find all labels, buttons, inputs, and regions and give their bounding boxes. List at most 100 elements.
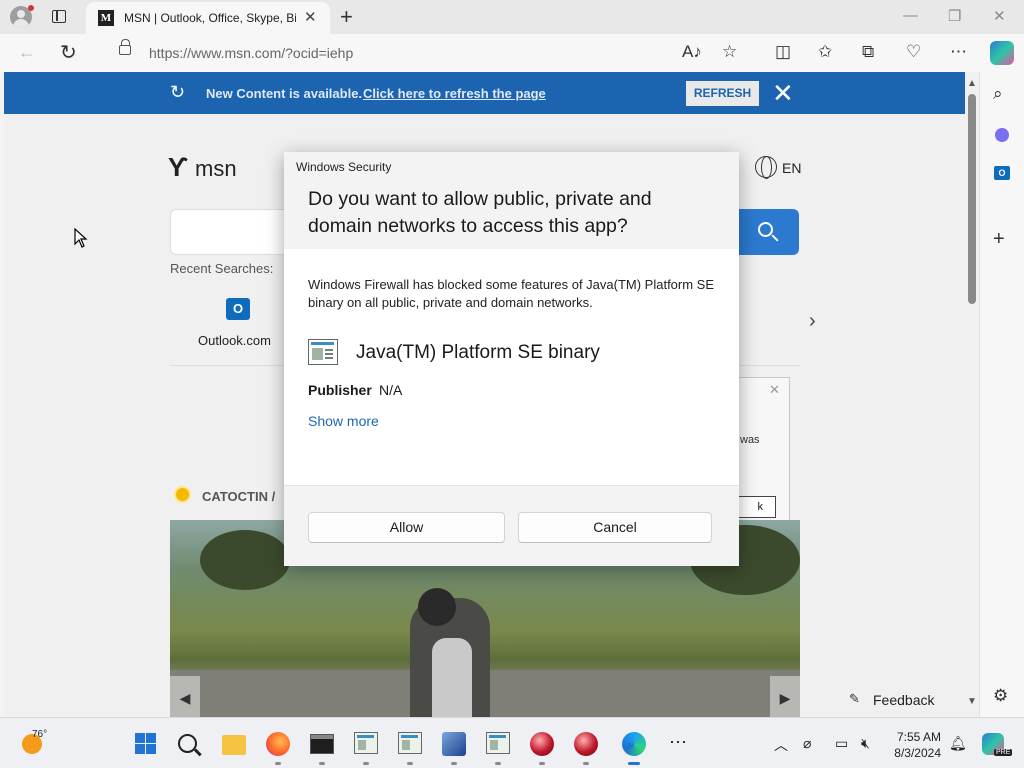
collections-icon[interactable]: ⧉ xyxy=(862,42,874,62)
ellipsis-icon[interactable]: ⋯ xyxy=(950,42,967,62)
allow-button[interactable]: Allow xyxy=(308,512,505,543)
running-indicator xyxy=(583,762,589,765)
motorcycle xyxy=(432,638,472,717)
recent-searches-label: Recent Searches: xyxy=(170,261,274,276)
ruby-app-icon[interactable] xyxy=(574,732,598,756)
search-icon[interactable] xyxy=(178,734,197,753)
bell-icon[interactable]: 🔔︎ xyxy=(949,735,967,752)
minimize-button[interactable]: — xyxy=(903,7,918,24)
read-aloud-icon[interactable]: A♪ xyxy=(682,42,702,62)
running-indicator xyxy=(275,762,281,765)
app-name: Java(TM) Platform SE binary xyxy=(356,342,600,363)
gear-icon[interactable]: ⚙ xyxy=(993,686,1008,706)
windows-start-icon[interactable] xyxy=(134,732,158,756)
search-icon[interactable]: ⌕ xyxy=(993,84,1003,104)
java-app-icon[interactable] xyxy=(486,732,510,754)
java-app-icon[interactable] xyxy=(398,732,422,754)
running-indicator xyxy=(495,762,501,765)
file-explorer-icon[interactable] xyxy=(222,735,246,755)
scrollbar[interactable]: ▲ ▼ xyxy=(965,72,979,717)
globe-icon[interactable] xyxy=(755,156,777,179)
copilot-icon[interactable] xyxy=(990,41,1014,65)
java-app-icon xyxy=(308,339,338,365)
scroll-thumb[interactable] xyxy=(968,94,976,304)
more-apps-icon[interactable]: ⋯ xyxy=(666,732,690,756)
sun-icon xyxy=(176,488,189,501)
cancel-button[interactable]: Cancel xyxy=(518,512,712,543)
chevron-right-icon[interactable]: ▶ xyxy=(770,676,800,717)
lock-icon[interactable] xyxy=(119,39,131,55)
dialog-heading: Do you want to allow public, private and… xyxy=(308,188,652,237)
scroll-down-icon[interactable]: ▼ xyxy=(967,696,977,707)
msn-logo-text[interactable]: msn xyxy=(195,156,237,182)
chevron-left-icon[interactable]: ◀ xyxy=(170,676,200,717)
refresh-button[interactable]: REFRESH xyxy=(686,81,759,106)
favorites-icon[interactable]: ✩ xyxy=(818,42,832,62)
weather-location[interactable]: CATOCTIN / xyxy=(202,489,275,504)
copilot-app-icon[interactable] xyxy=(995,128,1009,142)
clock-date[interactable]: 8/3/2024 xyxy=(889,746,941,760)
outlook-icon[interactable]: O xyxy=(994,166,1010,180)
volume-muted-icon[interactable]: 🔇︎ xyxy=(861,735,870,752)
tab-close-icon[interactable]: ✕ xyxy=(304,8,317,26)
window-close-button[interactable]: ✕ xyxy=(993,7,1006,25)
java-app-icon[interactable] xyxy=(354,732,378,754)
tab-bar: M MSN | Outlook, Office, Skype, Bi ✕ + —… xyxy=(0,0,1024,34)
msn-logo-icon[interactable]: ϒ xyxy=(168,152,188,183)
firefox-icon[interactable] xyxy=(266,732,290,756)
outlook-tile-label[interactable]: Outlook.com xyxy=(198,333,271,348)
dialog-header: Windows Security Do you want to allow pu… xyxy=(284,152,739,249)
refresh-icon[interactable]: ↻ xyxy=(60,40,77,65)
terminal-icon[interactable] xyxy=(310,734,334,754)
tab-actions-icon[interactable] xyxy=(52,10,66,23)
msn-favicon-icon: M xyxy=(98,10,114,26)
edge-icon[interactable] xyxy=(622,732,646,756)
feedback-button[interactable]: ✎ Feedback xyxy=(837,684,947,714)
outlook-icon[interactable]: O xyxy=(226,298,250,320)
feedback-icon: ✎ xyxy=(849,691,860,706)
notification-text: New Content is available. xyxy=(206,86,363,101)
search-icon-handle xyxy=(771,234,779,242)
dialog-title: Windows Security xyxy=(296,160,392,174)
display-icon[interactable]: ▭ xyxy=(835,735,848,752)
new-tab-button[interactable]: + xyxy=(340,4,353,30)
star-icon[interactable]: ☆ xyxy=(722,42,737,62)
weather-temperature[interactable]: 76° xyxy=(32,729,47,740)
tree xyxy=(200,530,290,590)
virtualbox-icon[interactable] xyxy=(442,732,466,756)
language-selector[interactable]: EN xyxy=(782,160,801,176)
background-dialog-text: was xyxy=(740,434,760,446)
close-icon[interactable]: ✕ xyxy=(769,382,780,398)
network-off-icon[interactable]: ⌀ xyxy=(803,735,811,752)
publisher-label: Publisher xyxy=(308,382,372,398)
close-icon[interactable]: ✕ xyxy=(772,78,794,109)
chevron-right-icon[interactable]: › xyxy=(809,310,816,333)
show-more-link[interactable]: Show more xyxy=(308,413,379,429)
scroll-up-icon[interactable]: ▲ xyxy=(967,78,977,89)
publisher-value: N/A xyxy=(379,382,403,398)
search-button[interactable] xyxy=(739,209,799,255)
edge-sidebar: ⌕ O + ⚙ xyxy=(979,72,1024,717)
running-indicator xyxy=(363,762,369,765)
running-indicator xyxy=(407,762,413,765)
windows-security-dialog: Windows Security Do you want to allow pu… xyxy=(284,152,739,566)
back-arrow-icon[interactable]: ← xyxy=(18,42,36,63)
copilot-pre-badge: PRE xyxy=(994,749,1013,756)
address-input[interactable]: https://www.msn.com/?ocid=iehp xyxy=(149,45,353,61)
feedback-label: Feedback xyxy=(873,692,935,708)
mouse-cursor-icon xyxy=(74,228,88,248)
notification-dot xyxy=(28,5,34,11)
taskbar: 76° ⋯ ︿ ⌀ ▭ 🔇︎ 7:55 AM 8/3/2024 🔔︎ PRE xyxy=(0,717,1024,768)
browser-tab[interactable]: M MSN | Outlook, Office, Skype, Bi ✕ xyxy=(86,2,330,34)
clock-time[interactable]: 7:55 AM xyxy=(893,730,941,744)
notification-bar: ↻ New Content is available. Click here t… xyxy=(4,72,965,114)
tab-title: MSN | Outlook, Office, Skype, Bi xyxy=(124,11,296,25)
background-dialog: ✕ was k xyxy=(731,377,790,527)
restore-button[interactable]: ❐ xyxy=(948,7,961,25)
heart-pulse-icon[interactable]: ♡ xyxy=(906,42,921,62)
add-icon[interactable]: + xyxy=(993,228,1005,251)
ruby-app-icon[interactable] xyxy=(530,732,554,756)
split-screen-icon[interactable]: ◫ xyxy=(775,42,791,62)
refresh-page-link[interactable]: Click here to refresh the page xyxy=(363,86,546,101)
chevron-up-icon[interactable]: ︿ xyxy=(774,735,788,755)
